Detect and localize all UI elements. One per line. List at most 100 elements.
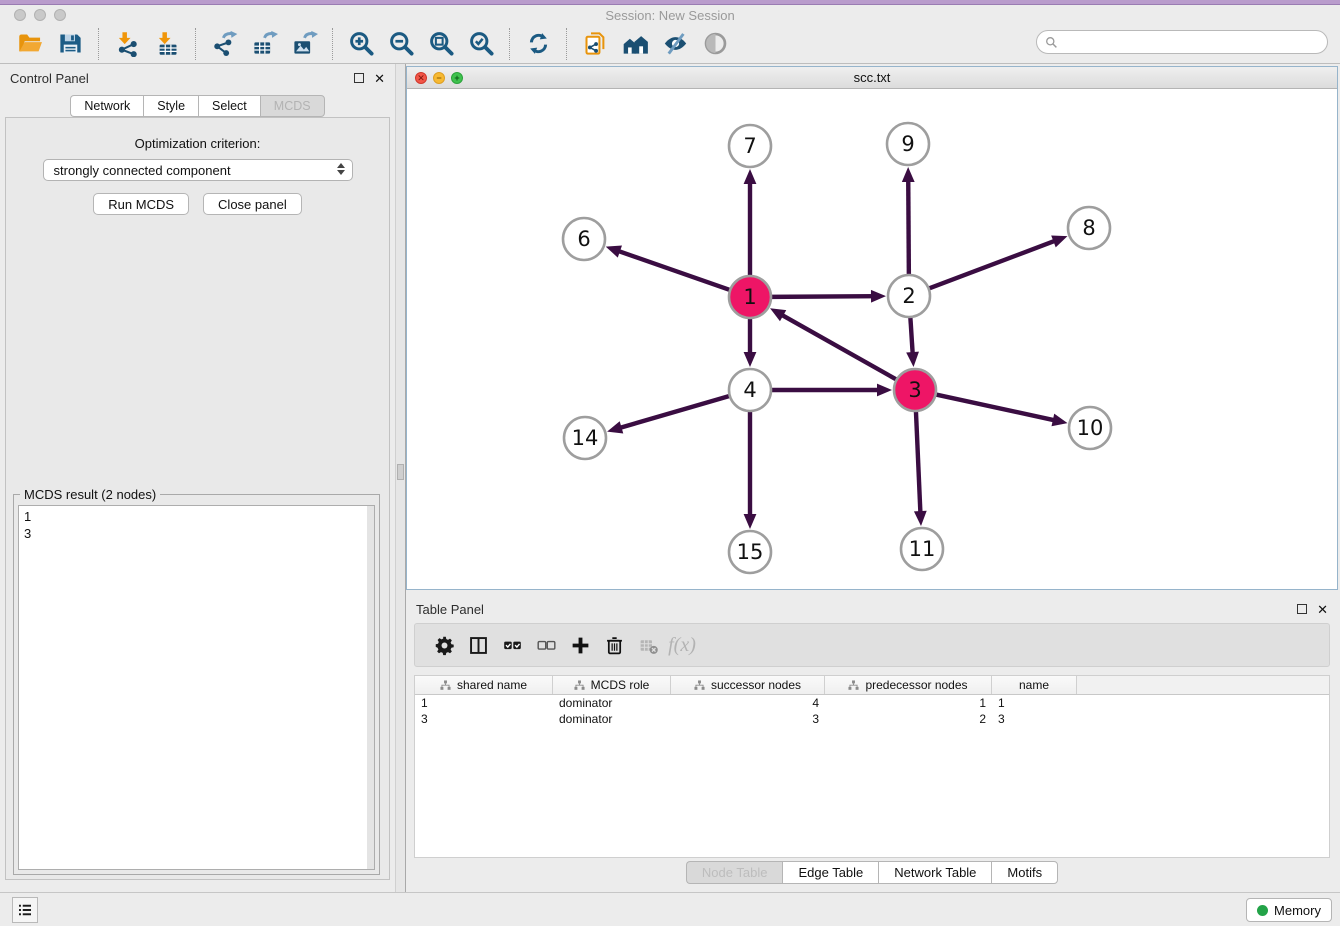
control-tab-mcds[interactable]: MCDS <box>260 95 325 117</box>
graph-edge-2-8[interactable] <box>929 235 1068 288</box>
search-box[interactable] <box>1036 30 1328 54</box>
graph-node-1[interactable]: 1 <box>729 276 771 318</box>
column-header-name[interactable]: name <box>992 676 1077 694</box>
result-scrollbar[interactable] <box>367 506 374 869</box>
task-history-button[interactable] <box>12 897 38 923</box>
column-browser-icon[interactable] <box>461 630 495 660</box>
zoom-selected-icon[interactable] <box>464 27 498 61</box>
network-close-icon[interactable]: ✕ <box>415 72 427 84</box>
select-all-icon[interactable] <box>495 630 529 660</box>
graph-edge-1-7[interactable] <box>744 169 757 276</box>
table-cell[interactable]: 1 <box>992 695 1077 711</box>
control-tab-style[interactable]: Style <box>143 95 198 117</box>
table-cell[interactable]: 2 <box>825 711 992 727</box>
graph-edge-3-11[interactable] <box>914 411 927 526</box>
refresh-icon[interactable] <box>521 27 555 61</box>
table-cell[interactable]: dominator <box>553 711 671 727</box>
graph-node-11[interactable]: 11 <box>901 528 943 570</box>
table-tab-node-table[interactable]: Node Table <box>686 861 783 884</box>
table-row[interactable]: 1dominator411 <box>415 695 1329 711</box>
delete-column-icon[interactable] <box>597 630 631 660</box>
table-cell[interactable]: 1 <box>825 695 992 711</box>
function-builder-icon[interactable]: f(x) <box>665 630 699 660</box>
svg-text:6: 6 <box>577 227 590 251</box>
graph-edge-4-15[interactable] <box>744 411 757 529</box>
table-tab-motifs[interactable]: Motifs <box>991 861 1058 884</box>
column-header-MCDS-role[interactable]: MCDS role <box>553 676 671 694</box>
graph-edge-2-9[interactable] <box>902 167 915 275</box>
graph-node-2[interactable]: 2 <box>888 275 930 317</box>
welcome-screen-icon[interactable] <box>618 27 652 61</box>
search-input[interactable] <box>1058 32 1327 52</box>
table-cell[interactable]: 3 <box>415 711 553 727</box>
run-mcds-button[interactable]: Run MCDS <box>93 193 189 215</box>
application-window: Session: New Session Control Panel ✕ Net… <box>0 0 1340 926</box>
control-tab-network[interactable]: Network <box>70 95 143 117</box>
import-network-icon[interactable] <box>110 27 144 61</box>
column-header-shared-name[interactable]: shared name <box>415 676 553 694</box>
graph-node-14[interactable]: 14 <box>564 417 606 459</box>
network-canvas[interactable]: 7 9 6 8 1 2 4 3 14 10 15 11 <box>407 89 1337 589</box>
graph-edge-1-2[interactable] <box>771 290 886 303</box>
graph-node-8[interactable]: 8 <box>1068 207 1110 249</box>
panel-splitter[interactable] <box>395 64 406 892</box>
table-cell[interactable]: 4 <box>671 695 825 711</box>
graph-node-10[interactable]: 10 <box>1069 407 1111 449</box>
network-minimize-icon[interactable]: − <box>433 72 445 84</box>
graph-node-7[interactable]: 7 <box>729 125 771 167</box>
optimization-criterion-select[interactable]: strongly connected component <box>43 159 353 181</box>
graph-edge-1-6[interactable] <box>606 245 730 290</box>
import-table-icon[interactable] <box>150 27 184 61</box>
window-title: Session: New Session <box>0 8 1340 23</box>
float-table-panel-icon[interactable] <box>1297 604 1307 614</box>
export-image-icon[interactable] <box>287 27 321 61</box>
add-column-icon[interactable] <box>563 630 597 660</box>
memory-button[interactable]: Memory <box>1246 898 1332 922</box>
graph-edge-3-10[interactable] <box>936 394 1068 426</box>
splitter-handle[interactable] <box>397 464 404 480</box>
graph-node-4[interactable]: 4 <box>729 369 771 411</box>
network-window-titlebar[interactable]: ✕ − + scc.txt <box>407 67 1337 89</box>
delete-table-icon[interactable] <box>631 630 665 660</box>
table-cell[interactable]: 3 <box>992 711 1077 727</box>
save-session-icon[interactable] <box>53 27 87 61</box>
column-header-predecessor-nodes[interactable]: predecessor nodes <box>825 676 992 694</box>
table-cell[interactable]: dominator <box>553 695 671 711</box>
deselect-all-icon[interactable] <box>529 630 563 660</box>
close-panel-icon[interactable]: ✕ <box>374 72 385 85</box>
graph-node-15[interactable]: 15 <box>729 531 771 573</box>
duplicate-network-icon[interactable] <box>578 27 612 61</box>
graph-edge-2-3[interactable] <box>906 317 919 367</box>
zoom-in-icon[interactable] <box>344 27 378 61</box>
close-table-panel-icon[interactable]: ✕ <box>1317 603 1328 616</box>
hide-graphics-icon[interactable] <box>658 27 692 61</box>
graph-node-6[interactable]: 6 <box>563 218 605 260</box>
network-window-title: scc.txt <box>407 67 1337 88</box>
table-cell[interactable]: 3 <box>671 711 825 727</box>
graph-edge-3-1[interactable] <box>770 308 897 379</box>
detail-level-icon[interactable] <box>698 27 732 61</box>
table-cell[interactable]: 1 <box>415 695 553 711</box>
svg-text:4: 4 <box>743 378 756 402</box>
control-tab-select[interactable]: Select <box>198 95 260 117</box>
table-tab-network-table[interactable]: Network Table <box>878 861 991 884</box>
zoom-out-icon[interactable] <box>384 27 418 61</box>
graph-edge-1-4[interactable] <box>744 318 757 367</box>
graph-node-9[interactable]: 9 <box>887 123 929 165</box>
table-row[interactable]: 3dominator323 <box>415 711 1329 727</box>
mcds-result-textarea[interactable]: 1 3 <box>18 505 375 870</box>
graph-edge-4-14[interactable] <box>607 396 730 434</box>
table-tab-edge-table[interactable]: Edge Table <box>782 861 878 884</box>
gear-icon[interactable] <box>427 630 461 660</box>
toolbar-separator <box>195 28 196 60</box>
close-panel-button[interactable]: Close panel <box>203 193 302 215</box>
column-header-successor-nodes[interactable]: successor nodes <box>671 676 825 694</box>
float-panel-icon[interactable] <box>354 73 364 83</box>
graph-node-3[interactable]: 3 <box>894 369 936 411</box>
open-session-icon[interactable] <box>13 27 47 61</box>
network-maximize-icon[interactable]: + <box>451 72 463 84</box>
graph-edge-4-3[interactable] <box>771 384 892 397</box>
export-network-icon[interactable] <box>207 27 241 61</box>
export-table-icon[interactable] <box>247 27 281 61</box>
zoom-fit-icon[interactable] <box>424 27 458 61</box>
